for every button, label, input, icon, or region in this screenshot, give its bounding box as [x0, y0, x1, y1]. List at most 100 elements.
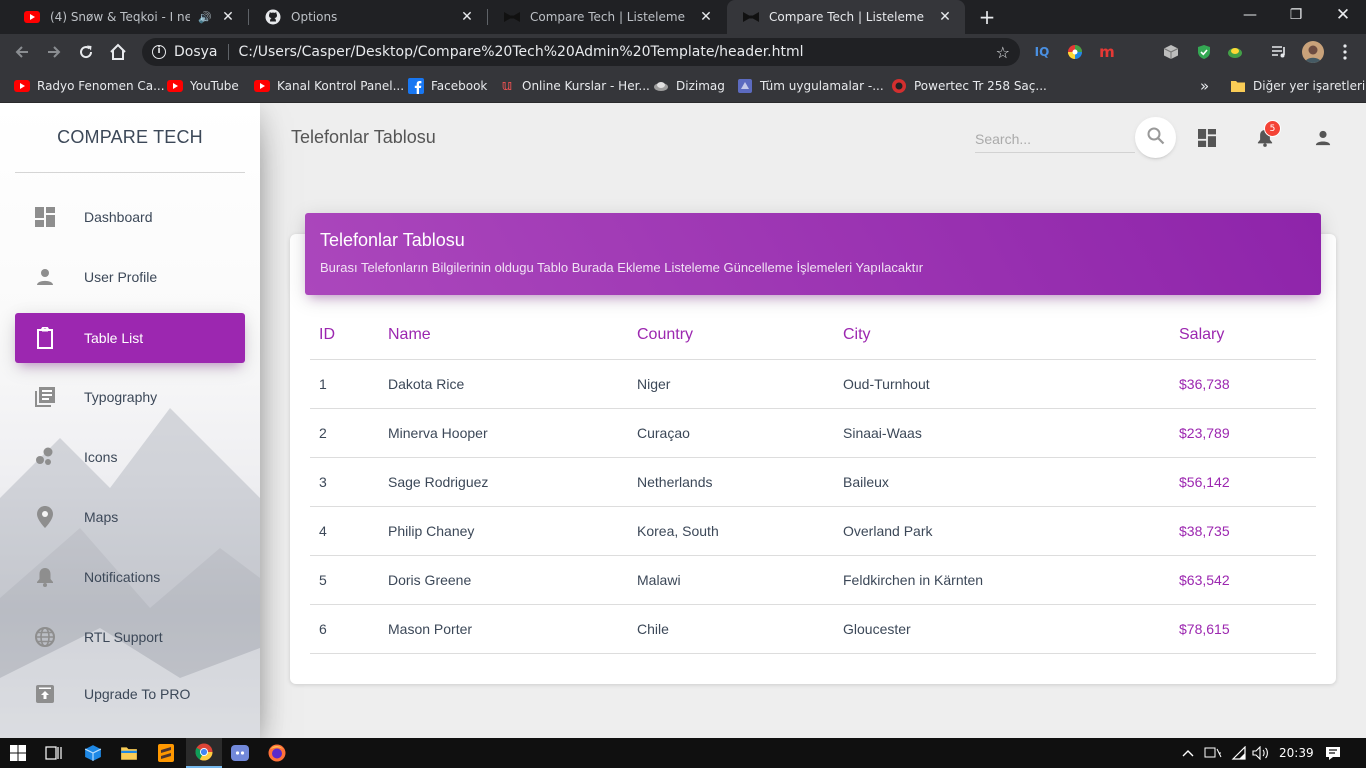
table-row[interactable]: 5 Doris Greene Malawi Feldkirchen in Kär… — [310, 555, 1316, 605]
browser-tab-options[interactable]: Options ✕ — [249, 0, 487, 34]
bookmark-powertec[interactable]: Powertec Tr 258 Saç... — [891, 77, 1047, 95]
table-row[interactable]: 2 Minerva Hooper Curaçao Sinaai-Waas $23… — [310, 408, 1316, 458]
new-tab-button[interactable]: + — [976, 6, 998, 28]
color-wheel-icon[interactable] — [1066, 43, 1084, 61]
window-close-icon[interactable]: ✕ — [1320, 0, 1366, 30]
menu-icon[interactable] — [1336, 43, 1354, 61]
home-icon[interactable] — [104, 38, 132, 66]
tab-title: Options — [291, 10, 338, 24]
browser-tab-compare-tech[interactable]: Compare Tech | Listeleme ✕ — [488, 0, 726, 34]
dashboard-icon[interactable] — [1196, 127, 1218, 149]
sidebar-item-user-profile[interactable]: User Profile — [15, 252, 245, 302]
apps-icon — [737, 78, 753, 94]
sidebar-item-label: Notifications — [84, 569, 161, 585]
sublime-icon[interactable] — [148, 738, 184, 768]
other-bookmarks-folder[interactable]: Diğer yer işaretleri — [1230, 77, 1365, 95]
tray-chevron-up-icon[interactable] — [1182, 745, 1194, 761]
task-view-icon[interactable] — [36, 738, 72, 768]
media-icon[interactable] — [1270, 43, 1288, 61]
table-row[interactable]: 4 Philip Chaney Korea, South Overland Pa… — [310, 506, 1316, 556]
action-center-icon[interactable] — [1325, 745, 1341, 761]
cell-salary: $38,735 — [1170, 506, 1316, 556]
column-header-country[interactable]: Country — [628, 311, 834, 360]
bookmark-tum-uygulamalar[interactable]: Tüm uygulamalar -... — [737, 77, 884, 95]
close-icon[interactable]: ✕ — [220, 9, 236, 25]
brand-logo[interactable]: COMPARE TECH — [15, 103, 245, 173]
sidebar-item-notifications[interactable]: Notifications — [15, 552, 245, 602]
sidebar-item-icons[interactable]: Icons — [15, 432, 245, 482]
bookmark-label: Facebook — [431, 79, 488, 93]
clock[interactable]: 20:39 — [1279, 745, 1314, 761]
bookmark-dizimag[interactable]: Dizimag — [653, 77, 725, 95]
column-header-city[interactable]: City — [834, 311, 1170, 360]
table-row[interactable]: 1 Dakota Rice Niger Oud-Turnhout $36,738 — [310, 359, 1316, 409]
close-icon[interactable]: ✕ — [459, 9, 475, 25]
m-extension-icon[interactable]: m — [1098, 43, 1116, 61]
iq-extension-icon[interactable]: IQ — [1033, 43, 1051, 61]
bookmark-star-icon[interactable]: ☆ — [996, 43, 1010, 62]
person-icon — [33, 265, 57, 289]
sidebar-item-typography[interactable]: Typography — [15, 372, 245, 422]
bookmark-kanal-kontrol[interactable]: Kanal Kontrol Panel... — [254, 77, 404, 95]
bookmarks-bar: Radyo Fenomen Ca... YouTube Kanal Kontro… — [0, 70, 1366, 103]
globe-icon[interactable] — [1226, 43, 1244, 61]
virtualbox-icon[interactable] — [75, 738, 111, 768]
youtube-icon — [254, 78, 270, 94]
table-header-row: ID Name Country City Salary — [310, 311, 1316, 360]
sidebar-item-dashboard[interactable]: Dashboard — [15, 192, 245, 242]
cell-id: 3 — [310, 457, 379, 507]
search-button[interactable] — [1135, 117, 1176, 158]
sidebar-item-label: User Profile — [84, 269, 158, 285]
sidebar-item-maps[interactable]: Maps — [15, 492, 245, 542]
restore-icon[interactable]: ❐ — [1273, 0, 1319, 30]
bookmark-radyo-fenomen[interactable]: Radyo Fenomen Ca... — [14, 77, 165, 95]
bookmark-youtube[interactable]: YouTube — [167, 77, 239, 95]
cell-country: Netherlands — [628, 457, 834, 507]
close-icon[interactable]: ✕ — [937, 9, 953, 25]
bookmark-online-kurslar[interactable]: 𝕦 Online Kurslar - Her... — [499, 77, 650, 95]
cell-name: Mason Porter — [379, 604, 628, 654]
github-icon — [265, 9, 281, 25]
wifi-icon[interactable] — [1231, 745, 1247, 761]
sidebar-item-label: Upgrade To PRO — [84, 686, 191, 702]
input-language-icon[interactable] — [1204, 745, 1222, 761]
volume-icon[interactable] — [1252, 745, 1270, 761]
browser-tab-youtube[interactable]: (4) Snøw & Teqkoi - I never w 🔊 ✕ — [8, 0, 248, 34]
page-title[interactable]: Telefonlar Tablosu — [291, 127, 436, 148]
bookmark-facebook[interactable]: Facebook — [408, 77, 487, 95]
sidebar-item-rtl-support[interactable]: RTL Support — [15, 612, 245, 662]
info-icon[interactable]: i — [152, 45, 166, 59]
speaker-icon[interactable]: 🔊 — [198, 11, 212, 24]
avatar[interactable] — [1302, 41, 1324, 63]
sidebar-item-upgrade-to-pro[interactable]: Upgrade To PRO — [15, 669, 245, 719]
firefox-icon[interactable] — [259, 738, 295, 768]
address-bar[interactable]: i Dosya C:/Users/Casper/Desktop/Compare%… — [142, 38, 1020, 66]
bookmarks-overflow-button[interactable]: » — [1200, 77, 1209, 95]
chrome-icon[interactable] — [186, 738, 222, 768]
file-explorer-icon[interactable] — [111, 738, 147, 768]
browser-tab-compare-tech-active[interactable]: Compare Tech | Listeleme ✕ — [727, 0, 965, 34]
table-row[interactable]: 3 Sage Rodriguez Netherlands Baileux $56… — [310, 457, 1316, 507]
close-icon[interactable]: ✕ — [698, 9, 714, 25]
cube-icon[interactable] — [1162, 43, 1180, 61]
browser-tab-strip: (4) Snøw & Teqkoi - I never w 🔊 ✕ Option… — [0, 0, 1366, 34]
sidebar-item-table-list[interactable]: Table List — [15, 313, 245, 363]
person-icon[interactable] — [1312, 127, 1334, 149]
forward-icon[interactable] — [40, 38, 68, 66]
sidebar-item-label: RTL Support — [84, 629, 163, 645]
column-header-salary[interactable]: Salary — [1170, 311, 1316, 360]
table-row[interactable]: 6 Mason Porter Chile Gloucester $78,615 — [310, 604, 1316, 654]
column-header-id[interactable]: ID — [310, 311, 379, 360]
bowtie-icon — [504, 9, 520, 25]
discord-icon[interactable] — [222, 738, 258, 768]
minimize-icon[interactable]: — — [1227, 0, 1273, 30]
shield-icon[interactable] — [1195, 43, 1213, 61]
column-header-name[interactable]: Name — [379, 311, 628, 360]
reload-icon[interactable] — [72, 38, 100, 66]
bookmark-label: Radyo Fenomen Ca... — [37, 79, 165, 93]
windows-start-icon[interactable] — [0, 738, 36, 768]
search-input[interactable] — [975, 125, 1135, 153]
address-url[interactable]: C:/Users/Casper/Desktop/Compare%20Tech%2… — [239, 44, 804, 60]
back-icon[interactable] — [8, 38, 36, 66]
sidebar-item-label: Typography — [84, 389, 158, 405]
